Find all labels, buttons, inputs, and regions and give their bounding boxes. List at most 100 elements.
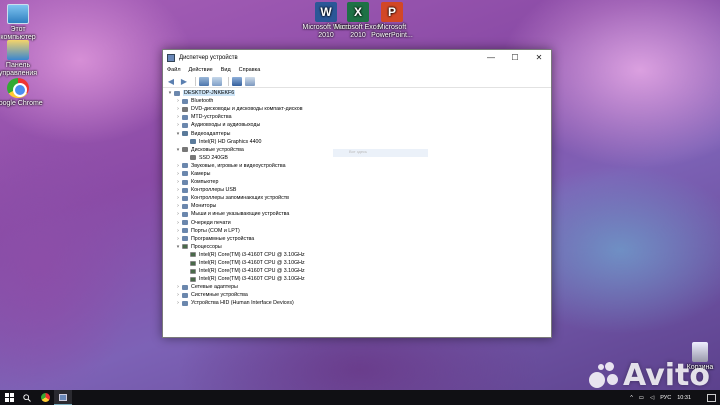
- title-bar[interactable]: Диспетчер устройств — ☐ ✕: [163, 50, 551, 65]
- mouse-icon: [182, 211, 188, 217]
- hid-device-icon: [182, 300, 188, 306]
- expand-chevron-icon[interactable]: ›: [175, 171, 181, 177]
- tree-category[interactable]: › Контроллеры USB: [167, 186, 551, 194]
- tree-device[interactable]: Intel(R) Core(TM) i3-4160T CPU @ 3.10GHz: [167, 275, 551, 283]
- expand-chevron-icon[interactable]: ›: [175, 292, 181, 298]
- tree-category[interactable]: ▾ Процессоры: [167, 243, 551, 251]
- clock[interactable]: 10:31: [677, 395, 691, 401]
- tree-category-label: Сетевые адаптеры: [191, 284, 238, 291]
- tree-category[interactable]: › Мониторы: [167, 202, 551, 210]
- tree-category[interactable]: › Камеры: [167, 170, 551, 178]
- device-manager-app-icon: [59, 393, 67, 401]
- notification-icon[interactable]: [707, 393, 716, 402]
- control-panel-icon: [7, 40, 29, 60]
- tree-category[interactable]: › Сетевые адаптеры: [167, 283, 551, 291]
- chrome-icon: [7, 78, 29, 98]
- tree-category[interactable]: › Контроллеры запоминающих устройств: [167, 194, 551, 202]
- tree-category[interactable]: › Порты (COM и LPT): [167, 227, 551, 235]
- tree-category[interactable]: › Мыши и иные указывающие устройства: [167, 210, 551, 218]
- back-arrow-icon[interactable]: ◀: [166, 77, 176, 86]
- expand-chevron-icon[interactable]: ›: [175, 179, 181, 185]
- expand-chevron-icon[interactable]: ›: [175, 114, 181, 120]
- tree-category[interactable]: › Bluetooth: [167, 97, 551, 105]
- tree-device[interactable]: Intel(R) Core(TM) i3-4160T CPU @ 3.10GHz: [167, 251, 551, 259]
- taskbar: ^ ▭ ◁ РУС 10:31: [0, 390, 720, 405]
- tree-category[interactable]: › Звуковые, игровые и видеоустройства: [167, 162, 551, 170]
- tree-category[interactable]: › Устройства HID (Human Interface Devices…: [167, 299, 551, 307]
- tree-device-label: Intel(R) Core(TM) i3-4160T CPU @ 3.10GHz: [199, 251, 305, 258]
- tree-category[interactable]: › Программные устройства: [167, 235, 551, 243]
- system-tray: ^ ▭ ◁ РУС 10:31: [627, 393, 720, 402]
- collapse-chevron-icon[interactable]: ▾: [175, 131, 181, 137]
- collapse-chevron-icon[interactable]: ▾: [175, 147, 181, 153]
- close-button[interactable]: ✕: [527, 50, 551, 65]
- search-icon: [23, 393, 31, 402]
- tree-category-label: Порты (COM и LPT): [191, 227, 240, 234]
- taskbar-device-manager[interactable]: [54, 390, 72, 405]
- menu-view[interactable]: Вид: [221, 67, 231, 73]
- network-icon[interactable]: ▭: [639, 395, 644, 401]
- expand-chevron-icon[interactable]: ›: [175, 187, 181, 193]
- tree-device[interactable]: Intel(R) HD Graphics 4400: [167, 138, 551, 146]
- usb-icon: [182, 187, 188, 193]
- language-indicator[interactable]: РУС: [660, 395, 671, 401]
- collapse-chevron-icon[interactable]: ▾: [167, 90, 173, 96]
- toolbar: ◀ ▶: [163, 75, 551, 88]
- disk-drive-icon: [182, 147, 188, 153]
- expand-chevron-icon[interactable]: ›: [175, 220, 181, 226]
- forward-arrow-icon[interactable]: ▶: [179, 77, 189, 86]
- search-button[interactable]: [18, 390, 36, 405]
- tree-root[interactable]: ▾ DESKTOP-JNKEKF6: [167, 89, 551, 97]
- expand-chevron-icon[interactable]: ›: [175, 300, 181, 306]
- maximize-button[interactable]: ☐: [503, 50, 527, 65]
- tree-root-label: DESKTOP-JNKEKF6: [183, 90, 236, 97]
- device-manager-window[interactable]: Диспетчер устройств — ☐ ✕ Файл Действие …: [162, 49, 552, 338]
- minimize-button[interactable]: —: [479, 50, 503, 65]
- expand-chevron-icon[interactable]: ›: [175, 122, 181, 128]
- mtd-device-icon: [182, 114, 188, 120]
- tree-category[interactable]: › DVD-дисководы и дисководы компакт-диско…: [167, 105, 551, 113]
- expand-chevron-icon[interactable]: ›: [175, 98, 181, 104]
- menu-file[interactable]: Файл: [167, 67, 181, 73]
- tree-category[interactable]: › MTD-устройства: [167, 113, 551, 121]
- help-icon[interactable]: [212, 76, 222, 86]
- menu-action[interactable]: Действие: [189, 67, 213, 73]
- tree-category-label: Очереди печати: [191, 219, 231, 226]
- expand-chevron-icon[interactable]: ›: [175, 284, 181, 290]
- tray-chevron-icon[interactable]: ^: [630, 395, 633, 401]
- expand-chevron-icon[interactable]: ›: [175, 195, 181, 201]
- tree-category[interactable]: › Компьютер: [167, 178, 551, 186]
- device-tree[interactable]: ▾ DESKTOP-JNKEKF6 › Bluetooth › DVD-дисков…: [163, 89, 551, 337]
- taskbar-chrome[interactable]: [36, 390, 54, 405]
- tree-category[interactable]: › Системные устройства: [167, 291, 551, 299]
- expand-chevron-icon[interactable]: ›: [175, 203, 181, 209]
- tree-device[interactable]: Intel(R) Core(TM) i3-4160T CPU @ 3.10GHz: [167, 259, 551, 267]
- menu-help[interactable]: Справка: [239, 67, 261, 73]
- volume-icon[interactable]: ◁: [650, 395, 654, 401]
- tree-category-label: Контроллеры запоминающих устройств: [191, 195, 289, 202]
- desktop-icon-powerpoint[interactable]: P Microsoft PowerPoint...: [366, 2, 418, 40]
- start-button[interactable]: [0, 390, 18, 405]
- powerpoint-icon: P: [381, 2, 403, 22]
- window-title: Диспетчер устройств: [179, 54, 238, 61]
- expand-chevron-icon[interactable]: ›: [175, 228, 181, 234]
- audio-icon: [182, 122, 188, 128]
- scan-hardware-icon[interactable]: [245, 76, 255, 86]
- storage-controller-icon: [182, 195, 188, 201]
- desktop-icon-chrome[interactable]: Google Chrome: [0, 78, 44, 108]
- tree-category[interactable]: › Аудиовходы и аудиовыходы: [167, 121, 551, 129]
- desktop-icon-this-computer[interactable]: Этот компьютер: [0, 4, 44, 42]
- tree-category[interactable]: › Очереди печати: [167, 219, 551, 227]
- expand-chevron-icon[interactable]: ›: [175, 106, 181, 112]
- tree-device[interactable]: Intel(R) Core(TM) i3-4160T CPU @ 3.10GHz: [167, 267, 551, 275]
- speaker-icon: [182, 163, 188, 169]
- collapse-chevron-icon[interactable]: ▾: [175, 244, 181, 250]
- tree-category[interactable]: ▾ Видеоадаптеры: [167, 129, 551, 137]
- expand-chevron-icon[interactable]: ›: [175, 163, 181, 169]
- properties-icon[interactable]: [199, 76, 209, 86]
- desktop-icon-control-panel[interactable]: Панель управления: [0, 40, 44, 78]
- expand-chevron-icon[interactable]: ›: [175, 236, 181, 242]
- expand-chevron-icon[interactable]: ›: [175, 211, 181, 217]
- tree-category-label: Системные устройства: [191, 292, 248, 299]
- update-driver-icon[interactable]: [232, 76, 242, 86]
